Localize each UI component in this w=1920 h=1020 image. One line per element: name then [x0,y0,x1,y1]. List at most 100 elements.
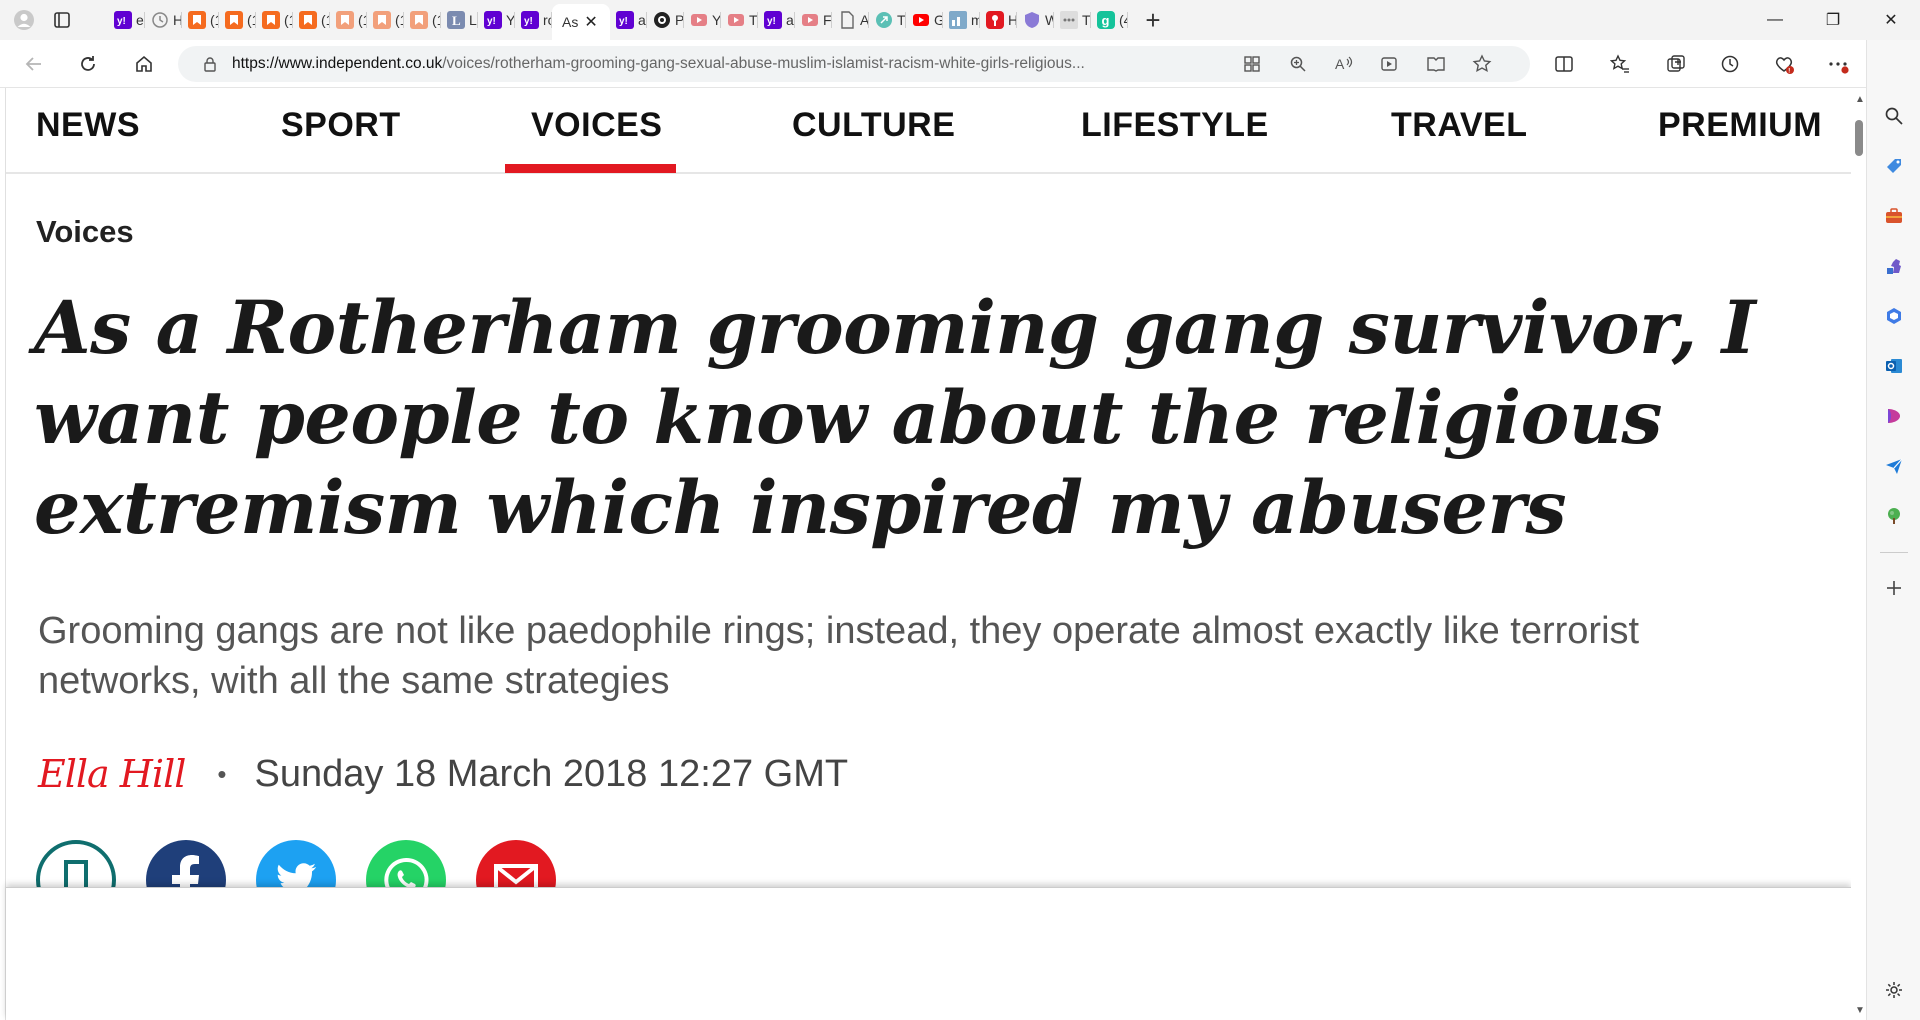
browser-tab[interactable]: (1( [367,4,404,36]
bottom-overlay-panel [6,887,1851,1020]
browser-tab[interactable]: g (4 [1091,4,1128,36]
svg-text:y!: y! [117,16,126,27]
scroll-thumb[interactable] [1855,120,1863,156]
video-share-icon[interactable] [1378,52,1402,76]
nav-travel[interactable]: TRAVEL [1391,106,1527,145]
nav-lifestyle[interactable]: LIFESTYLE [1081,106,1269,145]
yahoo-icon: y! [764,11,782,29]
browser-tab[interactable]: m [943,4,980,36]
nav-premium[interactable]: PREMIUM [1658,106,1822,145]
browser-essentials-icon[interactable]: ! [1768,48,1800,80]
tab-title: (1( [432,12,441,28]
video-icon [801,11,819,29]
browser-tab[interactable]: y! a t [758,4,795,36]
tree-icon[interactable] [1882,504,1906,528]
outlook-icon[interactable] [1882,354,1906,378]
chart-icon [949,11,967,29]
browser-tab[interactable]: (1( [219,4,256,36]
split-screen-icon[interactable] [1548,48,1580,80]
globe-dark-icon [653,11,671,29]
nav-voices[interactable]: VOICES [531,106,662,145]
nav-news[interactable]: NEWS [36,106,140,145]
history-icon [151,11,169,29]
app-available-icon[interactable] [1240,52,1264,76]
search-icon[interactable] [1882,104,1906,128]
browser-tab[interactable]: Yo [684,4,721,36]
byline-separator: • [217,758,227,789]
refresh-icon[interactable] [72,48,104,80]
bookmark-peach-icon [373,11,391,29]
svg-text:y!: y! [487,16,496,27]
tab-title: ed [136,12,145,28]
scroll-up-icon[interactable]: ▲ [1855,94,1865,105]
browser-tab[interactable]: y! ale [610,4,647,36]
active-browser-tab[interactable]: As ✕ [552,4,610,40]
immersive-reader-icon[interactable] [1424,52,1448,76]
send-arrow-icon[interactable] [1882,454,1906,478]
new-tab-button[interactable]: + [1138,5,1168,35]
browser-tab[interactable]: y! ed [108,4,145,36]
browser-tab[interactable]: (1( [256,4,293,36]
browser-tab[interactable]: Th [869,4,906,36]
browser-tab[interactable]: Pe [647,4,684,36]
url-text[interactable]: https://www.independent.co.uk/voices/rot… [232,55,1212,73]
browser-tab[interactable]: W [1017,4,1054,36]
collections-icon[interactable] [1660,48,1692,80]
author-link[interactable]: Ella Hill [38,752,186,796]
bookmark-orange-icon [262,11,280,29]
browser-tab[interactable]: (1( [182,4,219,36]
add-icon[interactable] [1882,576,1906,600]
history-icon[interactable] [1714,48,1746,80]
scroll-down-icon[interactable]: ▼ [1855,1005,1865,1016]
bookmark-peach-icon [336,11,354,29]
browser-tab[interactable]: Th [721,4,758,36]
browser-tab[interactable]: Th [1054,4,1091,36]
page-scrollbar[interactable]: ▲ ▼ [1851,88,1867,1020]
nav-culture[interactable]: CULTURE [792,106,955,145]
browser-tab[interactable]: y! ro [515,4,552,36]
minimize-button[interactable]: — [1746,0,1804,40]
browser-tab[interactable]: Go [906,4,943,36]
tab-title: Ho [1008,12,1017,28]
tab-actions-icon[interactable] [46,4,78,36]
tools-briefcase-icon[interactable] [1882,204,1906,228]
microsoft-365-icon[interactable] [1882,304,1906,328]
favorites-icon[interactable] [1604,48,1636,80]
browser-tab[interactable]: (1( [404,4,441,36]
dots-icon [1060,11,1078,29]
profile-avatar-icon[interactable] [8,4,40,36]
restore-button[interactable]: ❐ [1804,0,1862,40]
section-label[interactable]: Voices [36,214,134,250]
browser-tab[interactable]: Fi [795,4,832,36]
close-window-button[interactable]: ✕ [1862,0,1920,40]
site-navigation: NEWS SPORT VOICES CULTURE LIFESTYLE TRAV… [6,88,1851,174]
address-bar[interactable]: https://www.independent.co.uk/voices/rot… [178,46,1530,82]
red-badge-icon [986,11,1004,29]
shield-purple-icon [1023,11,1041,29]
close-tab-icon[interactable]: ✕ [584,12,597,32]
tab-title: Go [934,12,943,28]
shopping-tag-icon[interactable] [1882,154,1906,178]
browser-tab[interactable]: (1( [330,4,367,36]
settings-gear-icon[interactable] [1882,978,1906,1002]
browser-tab[interactable]: Hi [145,4,182,36]
games-chess-icon[interactable] [1882,254,1906,278]
zoom-icon[interactable] [1286,52,1310,76]
browser-tab[interactable]: Ho [980,4,1017,36]
browser-tab[interactable]: (1( [293,4,330,36]
favorite-star-icon[interactable] [1470,52,1494,76]
yahoo-icon: y! [484,11,502,29]
more-menu-icon[interactable] [1822,48,1854,80]
tab-title: m [971,12,980,28]
copilot-designer-icon[interactable] [1882,404,1906,428]
browser-tab[interactable]: At [832,4,869,36]
nav-sport[interactable]: SPORT [281,106,401,145]
browser-tab[interactable]: L Lo [441,4,478,36]
arrow-teal-icon [875,11,893,29]
tab-title: (1( [358,12,367,28]
read-aloud-icon[interactable]: A [1332,52,1356,76]
back-icon[interactable] [18,48,50,80]
home-icon[interactable] [128,48,160,80]
svg-text:g: g [1102,13,1110,28]
browser-tab[interactable]: y! Ya [478,4,515,36]
